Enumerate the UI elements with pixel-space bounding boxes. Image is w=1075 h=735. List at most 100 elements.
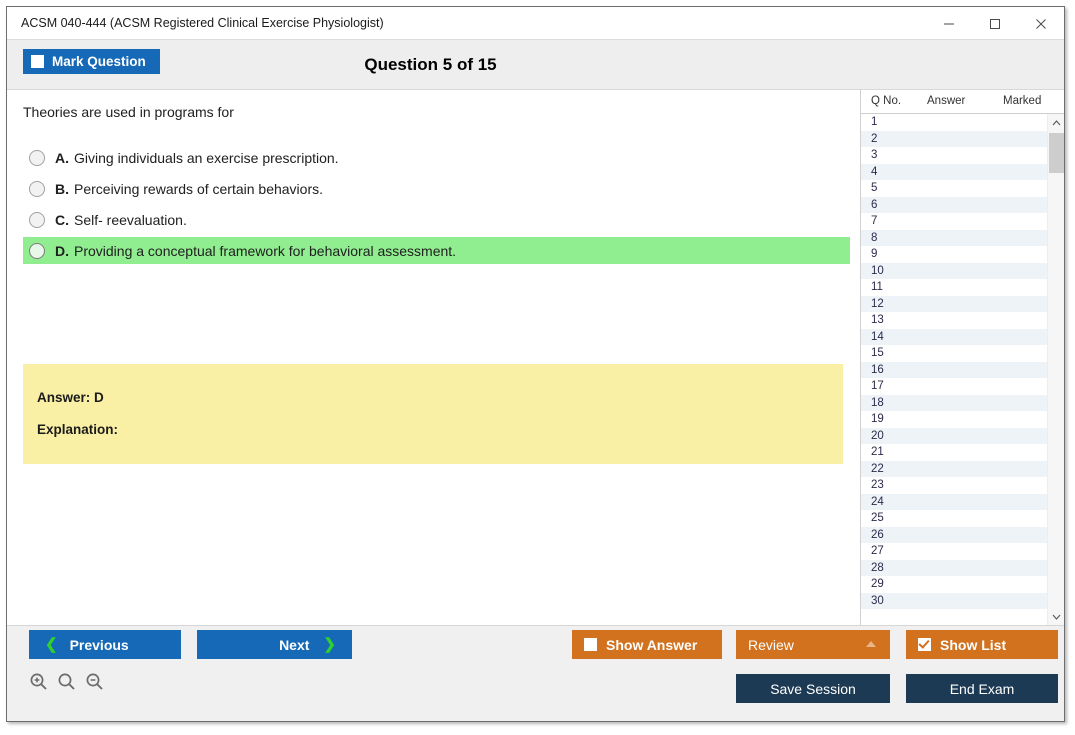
question-list-row[interactable]: 19 <box>861 411 1047 428</box>
radio-button-icon[interactable] <box>29 211 45 228</box>
window-title: ACSM 040-444 (ACSM Registered Clinical E… <box>21 16 384 30</box>
row-question-number: 8 <box>871 231 878 244</box>
show-list-label: Show List <box>940 636 1007 653</box>
maximize-button[interactable] <box>972 7 1018 40</box>
row-question-number: 30 <box>871 594 884 607</box>
question-list-row[interactable]: 17 <box>861 378 1047 395</box>
question-list-row[interactable]: 4 <box>861 163 1047 180</box>
column-header-qno: Q No. <box>871 95 902 107</box>
question-list-row[interactable]: 29 <box>861 576 1047 593</box>
question-list-row[interactable]: 3 <box>861 147 1047 164</box>
row-question-number: 1 <box>871 116 878 128</box>
zoom-in-icon <box>30 673 47 690</box>
show-list-button[interactable]: Show List <box>906 630 1058 659</box>
row-question-number: 11 <box>871 281 883 293</box>
row-question-number: 9 <box>871 248 878 260</box>
question-list-row[interactable]: 7 <box>861 213 1047 230</box>
option-letter: C. <box>55 211 69 228</box>
chevron-left-icon: ❮ <box>45 636 58 653</box>
question-list-row[interactable]: 13 <box>861 312 1047 329</box>
option-text: Self- reevaluation. <box>74 211 187 228</box>
question-list-row[interactable]: 30 <box>861 592 1047 609</box>
row-question-number: 19 <box>871 413 884 425</box>
minimize-icon <box>944 23 954 24</box>
question-list-row[interactable]: 20 <box>861 427 1047 444</box>
row-question-number: 27 <box>871 545 884 557</box>
row-question-number: 21 <box>871 446 884 458</box>
zoom-reset-button[interactable] <box>57 672 76 691</box>
question-list-row[interactable]: 14 <box>861 328 1047 345</box>
question-list-row[interactable]: 11 <box>861 279 1047 296</box>
question-list-row[interactable]: 18 <box>861 394 1047 411</box>
zoom-reset-icon <box>58 673 75 690</box>
question-list-row[interactable]: 22 <box>861 460 1047 477</box>
question-list-row[interactable]: 12 <box>861 295 1047 312</box>
end-exam-label: End Exam <box>949 680 1015 697</box>
answer-options-list: A. Giving individuals an exercise prescri… <box>23 144 850 264</box>
radio-button-icon[interactable] <box>29 180 45 197</box>
zoom-out-button[interactable] <box>85 672 104 691</box>
radio-button-icon[interactable] <box>29 242 45 259</box>
save-session-label: Save Session <box>770 680 856 697</box>
question-list-row[interactable]: 26 <box>861 526 1047 543</box>
previous-label: Previous <box>69 636 129 653</box>
question-list-row[interactable]: 16 <box>861 361 1047 378</box>
title-bar: ACSM 040-444 (ACSM Registered Clinical E… <box>7 7 1064 40</box>
question-list-row[interactable]: 5 <box>861 180 1047 197</box>
zoom-in-button[interactable] <box>29 672 48 691</box>
row-question-number: 16 <box>871 363 884 376</box>
question-list-scrollbar[interactable] <box>1047 114 1064 625</box>
zoom-tools <box>29 672 104 691</box>
minimize-button[interactable] <box>926 7 972 40</box>
question-list-row[interactable]: 21 <box>861 444 1047 461</box>
show-list-checkbox-icon <box>918 638 931 651</box>
row-question-number: 28 <box>871 561 884 574</box>
question-list-header: Q No. Answer Marked <box>861 90 1064 114</box>
question-list-row[interactable]: 27 <box>861 543 1047 560</box>
row-question-number: 22 <box>871 462 884 475</box>
question-content-area: Theories are used in programs for A. Givi… <box>7 90 860 625</box>
show-answer-checkbox-icon <box>584 638 597 651</box>
question-header-bar: Mark Question Question 5 of 15 <box>7 40 1064 90</box>
row-question-number: 18 <box>871 396 884 409</box>
maximize-icon <box>990 18 1000 29</box>
option-text: Providing a conceptual framework for beh… <box>74 242 457 259</box>
answer-option-c[interactable]: C. Self- reevaluation. <box>23 206 850 233</box>
end-exam-button[interactable]: End Exam <box>906 674 1058 703</box>
save-session-button[interactable]: Save Session <box>736 674 890 703</box>
question-list-row[interactable]: 9 <box>861 246 1047 263</box>
question-list-row[interactable]: 6 <box>861 196 1047 213</box>
answer-option-a[interactable]: A. Giving individuals an exercise prescri… <box>23 144 850 171</box>
column-header-marked: Marked <box>1003 95 1042 107</box>
review-dropdown-button[interactable]: Review <box>736 630 890 659</box>
scroll-up-button[interactable] <box>1048 114 1065 131</box>
question-list-row[interactable]: 2 <box>861 130 1047 147</box>
question-list-row[interactable]: 1 <box>861 114 1047 131</box>
question-list-rows: 1 2 3 4 5 6 7 8 9 10 11 12 13 14 15 16 17 18 19 20 21 22 23 24 2… <box>861 114 1047 625</box>
question-list-row[interactable]: 15 <box>861 345 1047 362</box>
question-list-row[interactable]: 23 <box>861 477 1047 494</box>
answer-explanation-panel: Answer: D Explanation: <box>23 364 843 464</box>
question-list-row[interactable]: 8 <box>861 229 1047 246</box>
question-list-row[interactable]: 10 <box>861 262 1047 279</box>
row-question-number: 6 <box>871 198 878 211</box>
answer-option-d[interactable]: D. Providing a conceptual framework for b… <box>23 237 850 264</box>
question-list-row[interactable]: 25 <box>861 510 1047 527</box>
answer-option-b[interactable]: B. Perceiving rewards of certain behavior… <box>23 175 850 202</box>
question-list-row[interactable]: 28 <box>861 559 1047 576</box>
radio-button-icon[interactable] <box>29 149 45 166</box>
mark-question-button[interactable]: Mark Question <box>23 49 160 74</box>
close-button[interactable] <box>1018 7 1064 40</box>
question-list-row[interactable]: 24 <box>861 493 1047 510</box>
scrollbar-thumb[interactable] <box>1049 133 1064 173</box>
row-question-number: 13 <box>871 314 884 326</box>
show-answer-button[interactable]: Show Answer <box>572 630 722 659</box>
previous-button[interactable]: ❮ Previous <box>29 630 181 659</box>
row-question-number: 3 <box>871 149 878 161</box>
answer-label: Answer: D <box>37 390 104 405</box>
next-button[interactable]: Next ❯ <box>197 630 352 659</box>
column-header-answer: Answer <box>927 95 966 107</box>
explanation-label: Explanation: <box>37 422 119 437</box>
scroll-down-button[interactable] <box>1048 608 1065 625</box>
row-question-number: 7 <box>871 215 878 227</box>
